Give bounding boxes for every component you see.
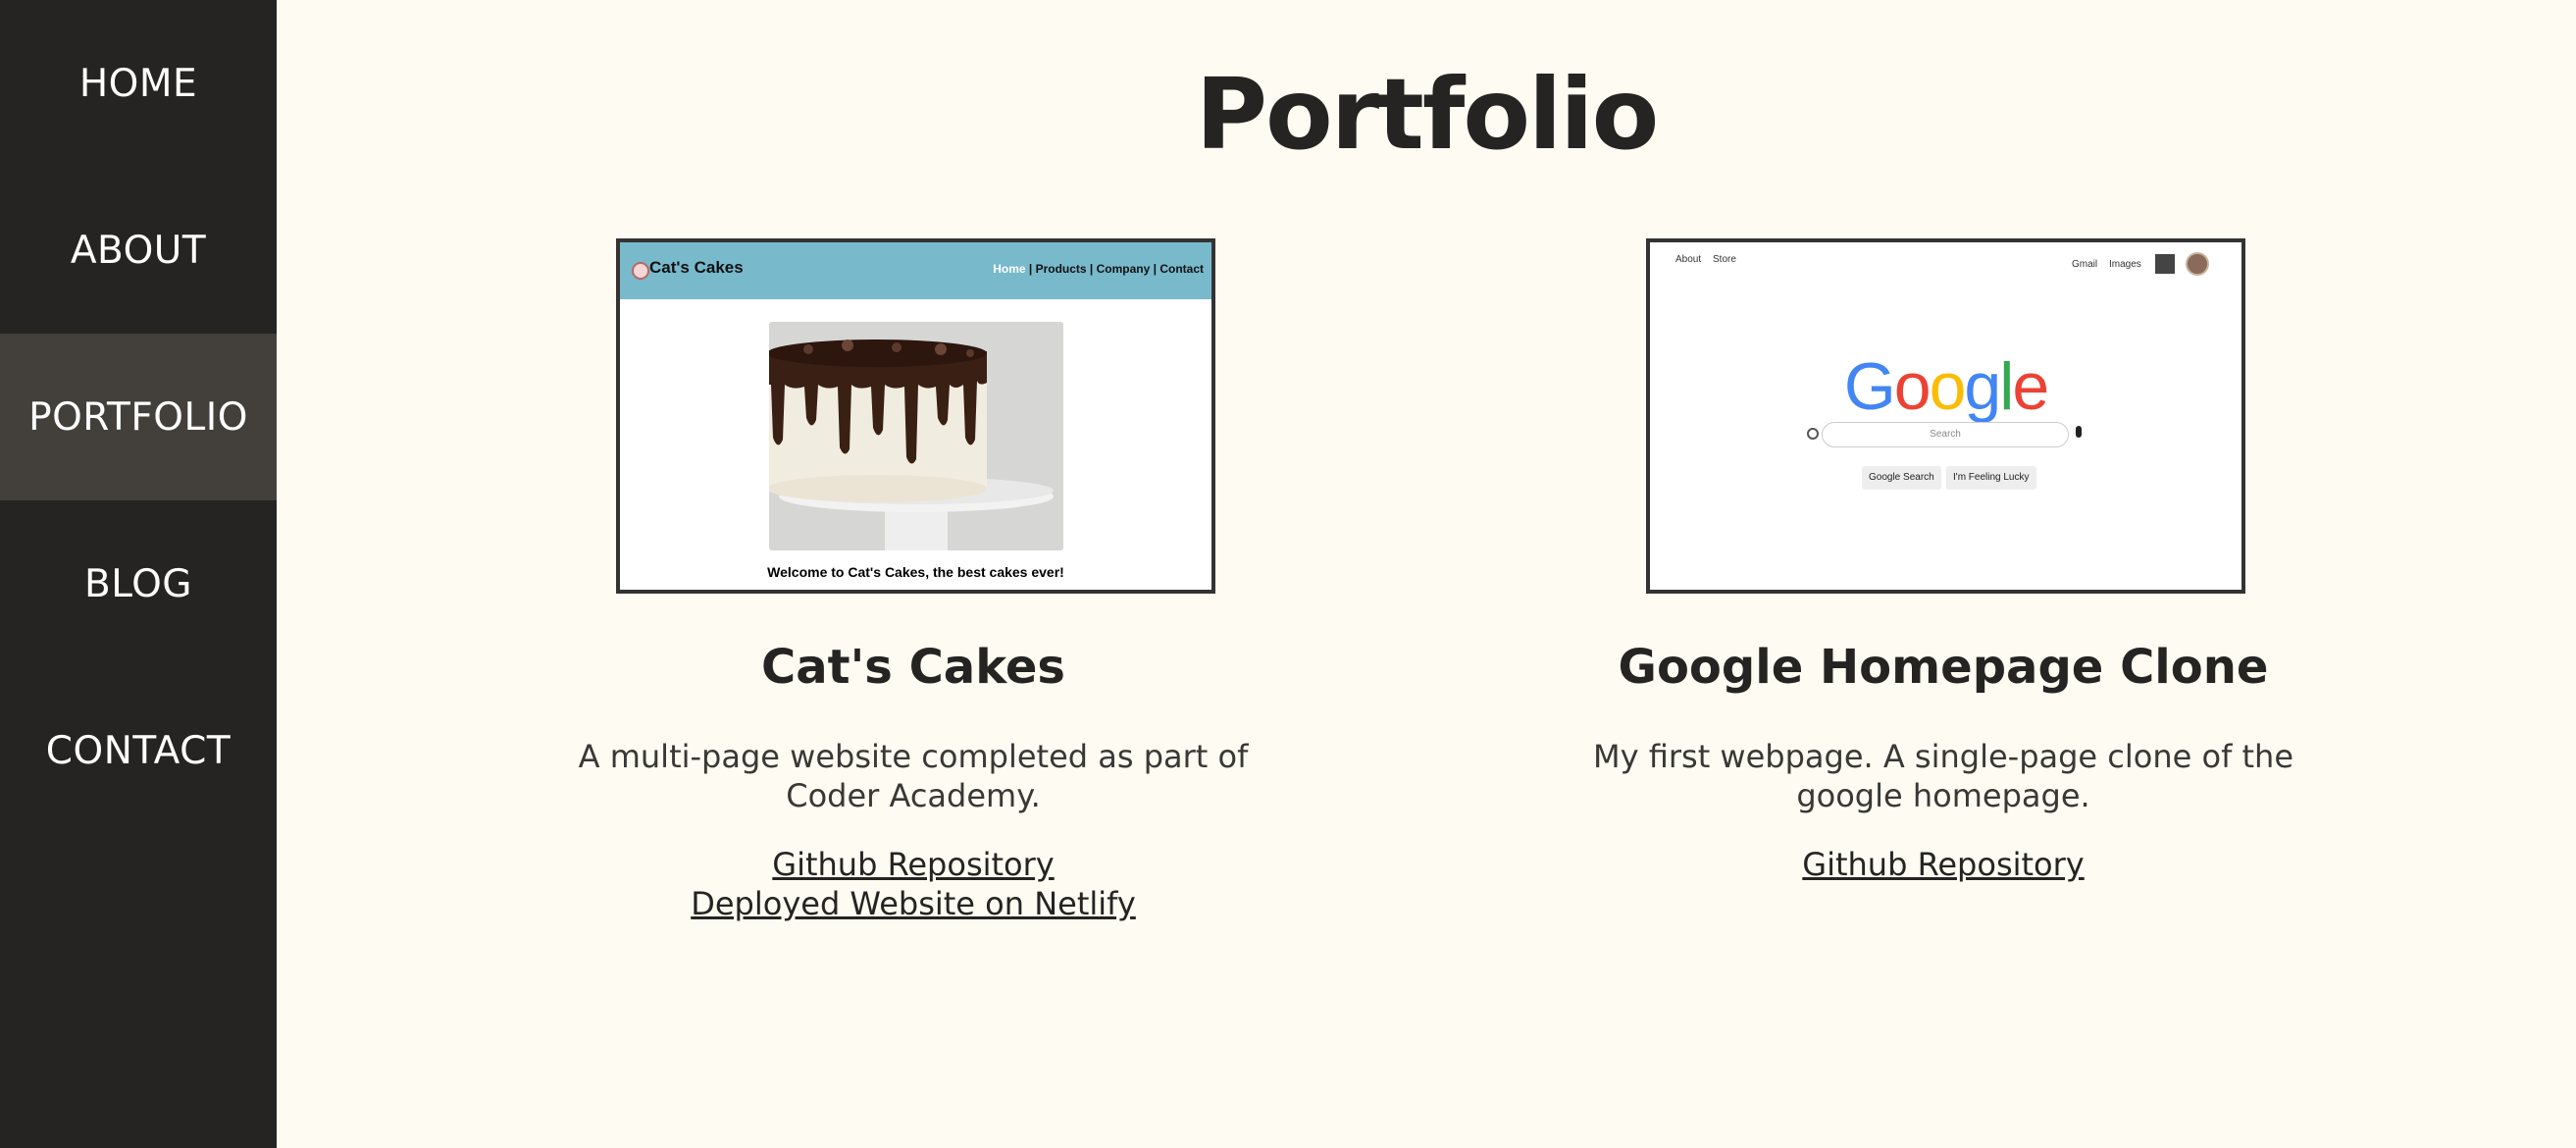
screenshot-feeling-lucky-button: I'm Feeling Lucky: [1946, 466, 2036, 490]
screenshot-nav-rest: | Products | Company | Contact: [1025, 262, 1204, 276]
screenshot-store-link: Store: [1713, 254, 1736, 265]
nav-about[interactable]: ABOUT: [0, 167, 277, 334]
nav-home[interactable]: HOME: [0, 0, 277, 167]
screenshot-about-link: About: [1675, 254, 1702, 265]
screenshot-header-bar: Cat's Cakes Home | Products | Company | …: [620, 242, 1211, 299]
project-title: Cat's Cakes: [761, 640, 1065, 695]
screenshot-gmail-link: Gmail: [2072, 259, 2098, 270]
project-description: My first webpage. A single-page clone of…: [1592, 738, 2294, 814]
google-logo-letter: g: [1964, 349, 2001, 424]
screenshot-google-search-button: Google Search: [1862, 466, 1941, 490]
search-icon: [1807, 428, 1819, 440]
google-logo-letter: o: [1893, 349, 1932, 424]
avatar-icon: [2186, 252, 2209, 276]
cake-photo: [769, 322, 1063, 550]
project-screenshot-cats-cakes: Cat's Cakes Home | Products | Company | …: [616, 238, 1215, 594]
github-repository-link[interactable]: Github Repository: [1548, 846, 2339, 883]
nav-portfolio[interactable]: PORTFOLIO: [0, 334, 277, 500]
project-screenshot-google-clone: About Store Gmail Images Google Search G…: [1646, 238, 2245, 594]
google-logo-letter: l: [1999, 349, 2014, 424]
google-logo: Google: [1650, 348, 2241, 425]
screenshot-nav: Home | Products | Company | Contact: [993, 262, 1204, 276]
cake-logo-icon: [632, 262, 649, 280]
project-title: Google Homepage Clone: [1618, 640, 2269, 695]
nav-contact[interactable]: CONTACT: [0, 667, 277, 834]
google-logo-letter: o: [1929, 349, 1967, 424]
deployed-website-link[interactable]: Deployed Website on Netlify: [518, 885, 1309, 922]
sidebar-nav: HOME ABOUT PORTFOLIO BLOG CONTACT: [0, 0, 277, 1148]
apps-grid-icon: [2155, 254, 2175, 274]
screenshot-nav-current: Home: [993, 262, 1026, 276]
google-logo-letter: e: [2012, 349, 2049, 424]
google-logo-letter: G: [1843, 349, 1896, 424]
microphone-icon: [2076, 426, 2082, 438]
screenshot-caption: Welcome to Cat's Cakes, the best cakes e…: [767, 564, 1064, 580]
screenshot-search-box: Search: [1822, 422, 2069, 447]
github-repository-link[interactable]: Github Repository: [518, 846, 1309, 883]
screenshot-brand: Cat's Cakes: [649, 258, 744, 277]
project-description: A multi-page website completed as part o…: [578, 738, 1249, 814]
screenshot-images-link: Images: [2109, 259, 2141, 270]
nav-blog[interactable]: BLOG: [0, 500, 277, 667]
page-title: Portfolio: [1195, 57, 1660, 172]
cake-image-icon: [769, 322, 1063, 550]
